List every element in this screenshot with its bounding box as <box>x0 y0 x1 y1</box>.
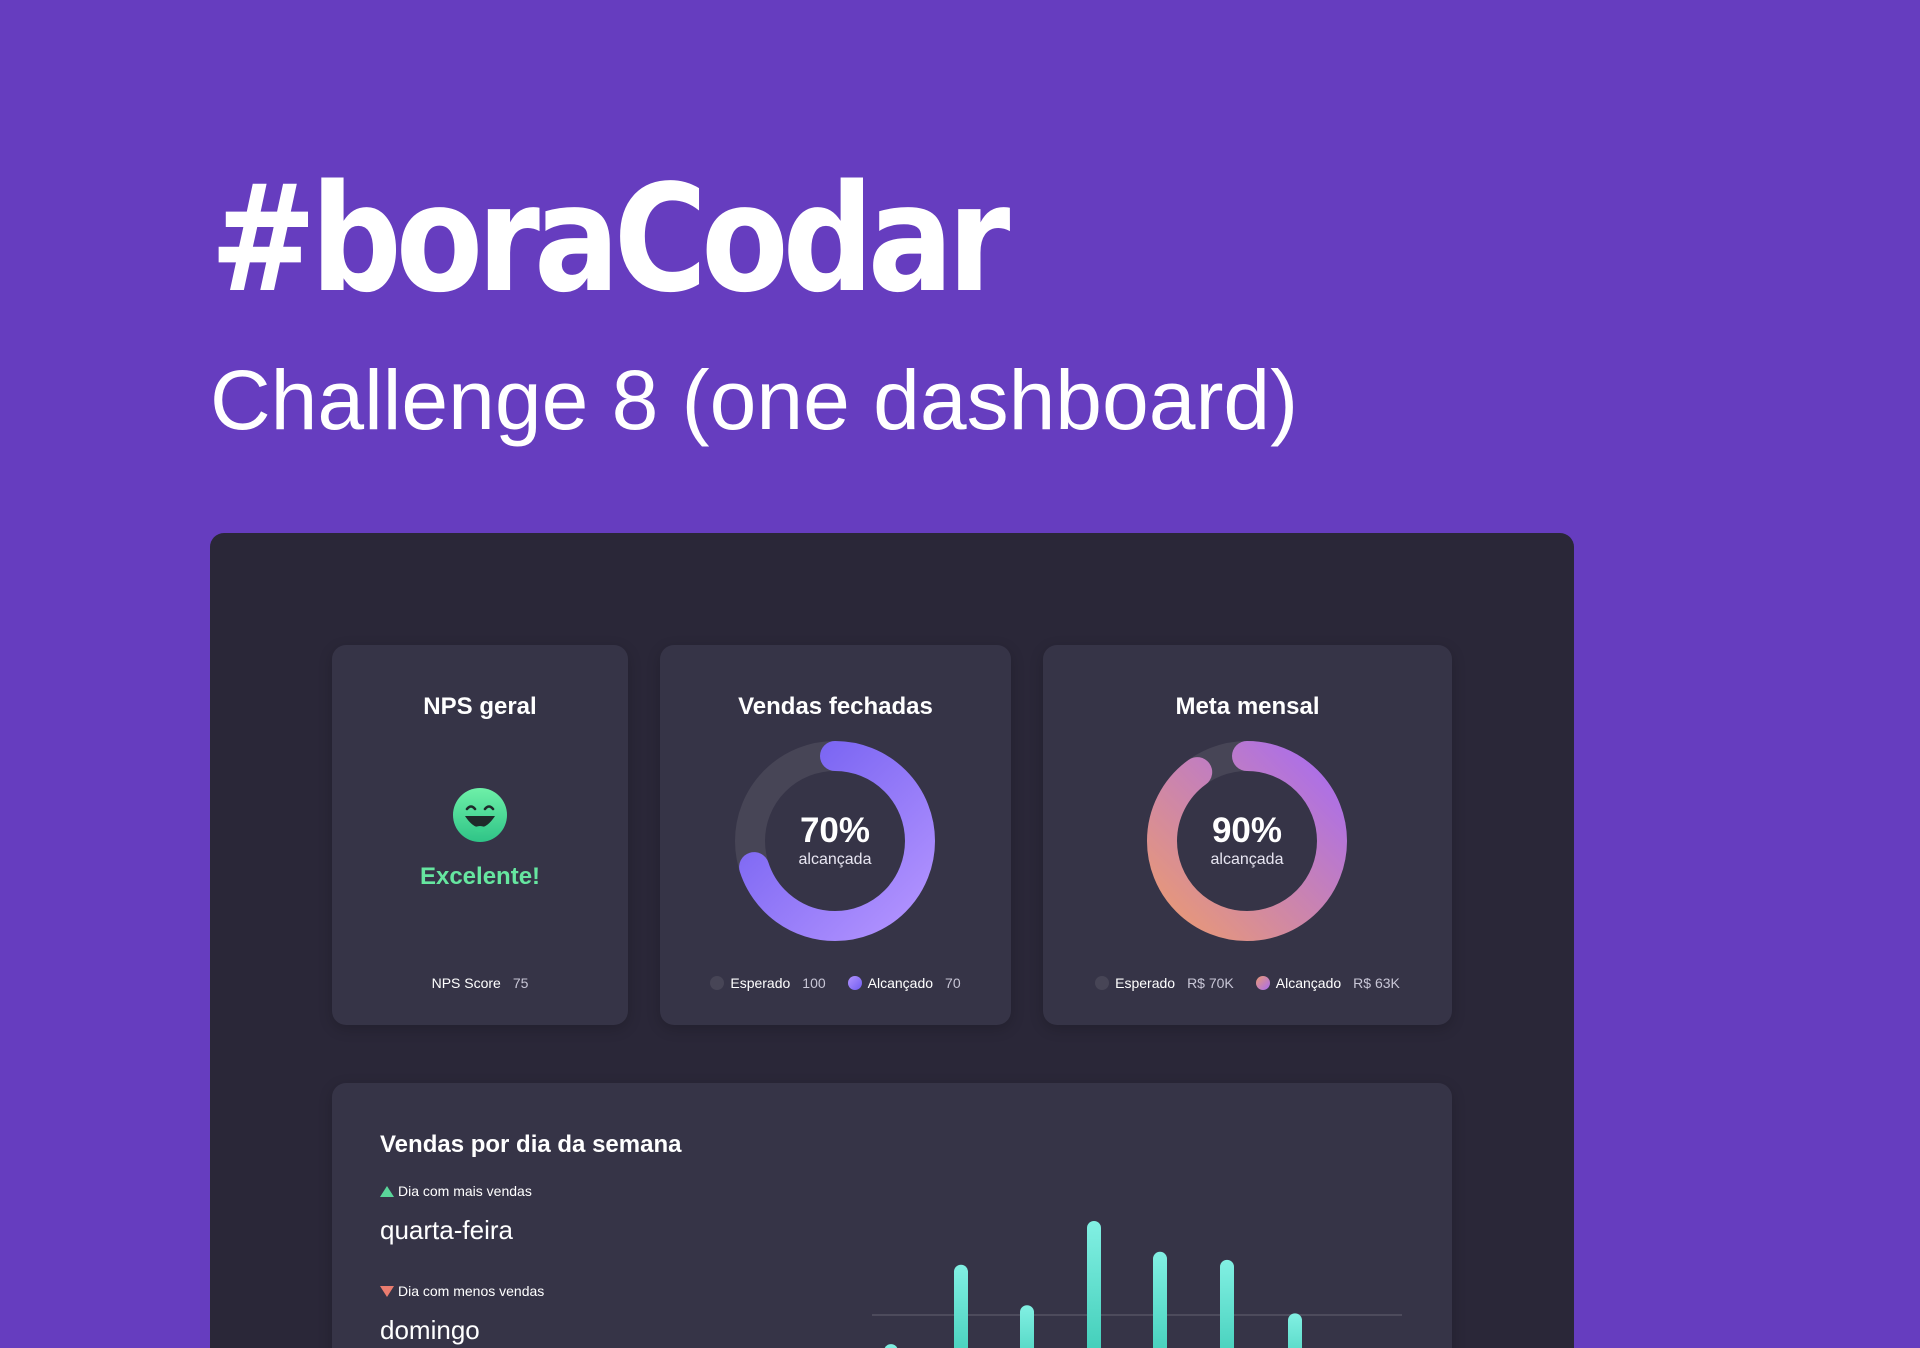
goal-percent: 90% <box>1211 811 1283 850</box>
legend-dot-achieved <box>1255 976 1270 990</box>
goal-donut: 90% alcançada <box>1147 741 1347 941</box>
goal-legend-achieved-value: R$ 63K <box>1353 975 1400 991</box>
goal-card: Meta mensal 90% alcançada Esperado R$ 70… <box>1043 645 1452 1025</box>
sales-donut-center: 70% alcançada <box>735 813 935 868</box>
bar-qui <box>1153 1251 1167 1348</box>
goal-legend-achieved-label: Alcançado <box>1275 975 1342 991</box>
bar-sáb <box>1288 1313 1302 1348</box>
weekly-sales-title: Vendas por dia da semana <box>380 1131 682 1158</box>
worst-day-caption: Dia com menos vendas <box>380 1283 544 1299</box>
worst-day-caption-text: Dia com menos vendas <box>398 1283 545 1299</box>
nps-footer: NPS Score 75 <box>332 975 628 991</box>
sales-percent: 70% <box>799 811 871 850</box>
goal-legend-expected-label: Esperado <box>1115 975 1176 991</box>
weekly-sales-bar-chart <box>872 1221 1402 1348</box>
nps-card: NPS geral Excelente! NPS Score 75 <box>332 645 628 1025</box>
goal-legend-expected-value: R$ 70K <box>1187 975 1234 991</box>
nps-status-label: Excelente! <box>419 863 541 890</box>
goal-card-title: Meta mensal <box>1175 693 1320 720</box>
arrow-down-icon <box>380 1285 394 1297</box>
goal-donut-center: 90% alcançada <box>1147 813 1347 868</box>
dashboard-frame: NPS geral Excelente! NPS Score 75 Vendas… <box>210 533 1574 1348</box>
bar-qua <box>1087 1221 1101 1348</box>
best-day-value: quarta-feira <box>380 1215 513 1245</box>
sales-donut: 70% alcançada <box>735 741 935 941</box>
hero-title: #boraCodar <box>210 153 1010 325</box>
legend-dot-expected <box>710 976 725 990</box>
goal-legend: Esperado R$ 70K Alcançado R$ 63K <box>1043 975 1452 991</box>
nps-score-value: 75 <box>512 975 529 991</box>
sales-card: Vendas fechadas 70% alcançada Esperado 1… <box>660 645 1011 1025</box>
bar-dom <box>884 1344 898 1348</box>
best-day-caption-text: Dia com mais vendas <box>398 1183 532 1199</box>
worst-day-value: domingo <box>380 1315 480 1345</box>
bar-sex <box>1220 1259 1234 1348</box>
hero-subtitle: Challenge 8 (one dashboard) <box>210 353 1299 447</box>
nps-card-title: NPS geral <box>423 693 537 720</box>
bar-ter <box>1020 1305 1034 1348</box>
weekly-sales-card: Vendas por dia da semana Dia com mais ve… <box>332 1083 1452 1348</box>
legend-dot-achieved <box>847 976 862 990</box>
sales-percent-caption: alcançada <box>798 851 872 868</box>
sales-legend-expected-label: Esperado <box>730 975 791 991</box>
laughing-face-icon <box>453 788 507 842</box>
bar-seg <box>954 1264 968 1348</box>
nps-score-label: NPS Score <box>431 975 501 991</box>
sales-card-title: Vendas fechadas <box>738 693 933 720</box>
sales-legend-achieved-value: 70 <box>945 975 961 991</box>
goal-percent-caption: alcançada <box>1210 851 1284 868</box>
arrow-up-icon <box>380 1185 394 1197</box>
legend-dot-expected <box>1095 976 1110 990</box>
sales-legend-expected-value: 100 <box>802 975 826 991</box>
sales-legend: Esperado 100 Alcançado 70 <box>660 975 1011 991</box>
best-day-caption: Dia com mais vendas <box>380 1183 532 1199</box>
sales-legend-achieved-label: Alcançado <box>867 975 934 991</box>
